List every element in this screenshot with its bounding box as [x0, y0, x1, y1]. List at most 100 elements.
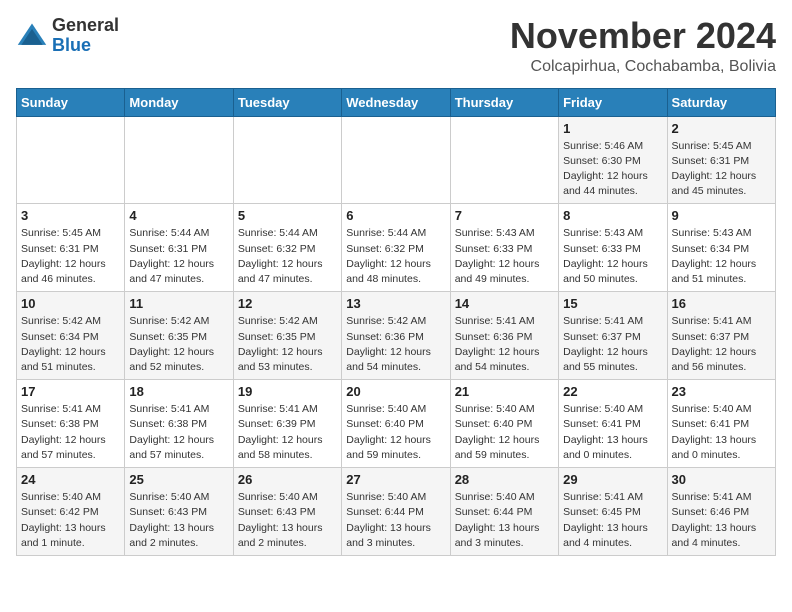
calendar-day-cell: 16Sunrise: 5:41 AM Sunset: 6:37 PM Dayli…: [667, 292, 775, 380]
logo-text: General Blue: [52, 16, 119, 56]
title-area: November 2024 Colcapirhua, Cochabamba, B…: [510, 16, 776, 76]
calendar-day-cell: 18Sunrise: 5:41 AM Sunset: 6:38 PM Dayli…: [125, 380, 233, 468]
day-number: 23: [672, 384, 771, 399]
calendar-day-cell: 10 Sunrise: 5:42 AM Sunset: 6:34 PM Dayli…: [17, 292, 125, 380]
day-number: 1: [563, 121, 662, 136]
calendar-day-cell: 2Sunrise: 5:45 AM Sunset: 6:31 PM Daylig…: [667, 116, 775, 204]
day-info: Sunrise: 5:41 AM Sunset: 6:36 PM Dayligh…: [455, 314, 554, 375]
day-info: Sunrise: 5:40 AM Sunset: 6:44 PM Dayligh…: [346, 490, 445, 551]
day-number: 25: [129, 472, 228, 487]
weekday-header: Monday: [125, 88, 233, 116]
day-number: 3: [21, 208, 120, 223]
day-number: 19: [238, 384, 337, 399]
calendar-day-cell: 13 Sunrise: 5:42 AM Sunset: 6:36 PM Dayli…: [342, 292, 450, 380]
day-number: 22: [563, 384, 662, 399]
calendar-day-cell: 1 Sunrise: 5:46 AM Sunset: 6:30 PM Daylig…: [559, 116, 667, 204]
calendar-day-cell: 5 Sunrise: 5:44 AM Sunset: 6:32 PM Daylig…: [233, 204, 341, 292]
day-number: 7: [455, 208, 554, 223]
calendar-day-cell: 23 Sunrise: 5:40 AM Sunset: 6:41 PM Dayli…: [667, 380, 775, 468]
day-info: Sunrise: 5:44 AM Sunset: 6:31 PM Dayligh…: [129, 226, 228, 287]
day-number: 28: [455, 472, 554, 487]
day-info: Sunrise: 5:40 AM Sunset: 6:44 PM Dayligh…: [455, 490, 554, 551]
day-number: 9: [672, 208, 771, 223]
day-info: Sunrise: 5:42 AM Sunset: 6:36 PM Dayligh…: [346, 314, 445, 375]
calendar-day-cell: 24 Sunrise: 5:40 AM Sunset: 6:42 PM Dayli…: [17, 468, 125, 556]
calendar-day-cell: 22 Sunrise: 5:40 AM Sunset: 6:41 PM Dayli…: [559, 380, 667, 468]
day-number: 12: [238, 296, 337, 311]
day-number: 5: [238, 208, 337, 223]
calendar-day-cell: 6 Sunrise: 5:44 AM Sunset: 6:32 PM Daylig…: [342, 204, 450, 292]
calendar-day-cell: 27 Sunrise: 5:40 AM Sunset: 6:44 PM Dayli…: [342, 468, 450, 556]
day-info: Sunrise: 5:40 AM Sunset: 6:40 PM Dayligh…: [346, 402, 445, 463]
weekday-header: Wednesday: [342, 88, 450, 116]
day-info: Sunrise: 5:44 AM Sunset: 6:32 PM Dayligh…: [346, 226, 445, 287]
day-info: Sunrise: 5:46 AM Sunset: 6:30 PM Dayligh…: [563, 139, 662, 200]
calendar-week-row: 24 Sunrise: 5:40 AM Sunset: 6:42 PM Dayli…: [17, 468, 776, 556]
calendar-day-cell: 20 Sunrise: 5:40 AM Sunset: 6:40 PM Dayli…: [342, 380, 450, 468]
day-number: 6: [346, 208, 445, 223]
calendar-day-cell: [342, 116, 450, 204]
calendar-day-cell: [233, 116, 341, 204]
calendar-day-cell: 9 Sunrise: 5:43 AM Sunset: 6:34 PM Daylig…: [667, 204, 775, 292]
calendar-day-cell: [450, 116, 558, 204]
calendar-day-cell: 3Sunrise: 5:45 AM Sunset: 6:31 PM Daylig…: [17, 204, 125, 292]
day-number: 2: [672, 121, 771, 136]
day-info: Sunrise: 5:43 AM Sunset: 6:34 PM Dayligh…: [672, 226, 771, 287]
day-info: Sunrise: 5:44 AM Sunset: 6:32 PM Dayligh…: [238, 226, 337, 287]
calendar-day-cell: 30Sunrise: 5:41 AM Sunset: 6:46 PM Dayli…: [667, 468, 775, 556]
day-number: 8: [563, 208, 662, 223]
calendar-day-cell: 26Sunrise: 5:40 AM Sunset: 6:43 PM Dayli…: [233, 468, 341, 556]
day-number: 10: [21, 296, 120, 311]
calendar-table: SundayMondayTuesdayWednesdayThursdayFrid…: [16, 88, 776, 556]
day-number: 26: [238, 472, 337, 487]
calendar-day-cell: [125, 116, 233, 204]
weekday-header: Saturday: [667, 88, 775, 116]
day-info: Sunrise: 5:43 AM Sunset: 6:33 PM Dayligh…: [455, 226, 554, 287]
calendar-day-cell: 14 Sunrise: 5:41 AM Sunset: 6:36 PM Dayli…: [450, 292, 558, 380]
day-number: 4: [129, 208, 228, 223]
day-info: Sunrise: 5:40 AM Sunset: 6:43 PM Dayligh…: [129, 490, 228, 551]
calendar-day-cell: 28 Sunrise: 5:40 AM Sunset: 6:44 PM Dayli…: [450, 468, 558, 556]
day-number: 17: [21, 384, 120, 399]
day-number: 11: [129, 296, 228, 311]
logo-icon: [16, 20, 48, 52]
weekday-header-row: SundayMondayTuesdayWednesdayThursdayFrid…: [17, 88, 776, 116]
calendar-week-row: 10 Sunrise: 5:42 AM Sunset: 6:34 PM Dayli…: [17, 292, 776, 380]
day-number: 14: [455, 296, 554, 311]
day-number: 29: [563, 472, 662, 487]
calendar-week-row: 17 Sunrise: 5:41 AM Sunset: 6:38 PM Dayli…: [17, 380, 776, 468]
day-info: Sunrise: 5:40 AM Sunset: 6:42 PM Dayligh…: [21, 490, 120, 551]
day-info: Sunrise: 5:40 AM Sunset: 6:41 PM Dayligh…: [672, 402, 771, 463]
logo: General Blue: [16, 16, 119, 56]
day-info: Sunrise: 5:41 AM Sunset: 6:38 PM Dayligh…: [21, 402, 120, 463]
day-number: 24: [21, 472, 120, 487]
calendar-day-cell: 11 Sunrise: 5:42 AM Sunset: 6:35 PM Dayli…: [125, 292, 233, 380]
calendar-day-cell: [17, 116, 125, 204]
calendar-day-cell: 29 Sunrise: 5:41 AM Sunset: 6:45 PM Dayli…: [559, 468, 667, 556]
day-info: Sunrise: 5:41 AM Sunset: 6:37 PM Dayligh…: [672, 314, 771, 375]
day-info: Sunrise: 5:41 AM Sunset: 6:46 PM Dayligh…: [672, 490, 771, 551]
calendar-day-cell: 25 Sunrise: 5:40 AM Sunset: 6:43 PM Dayli…: [125, 468, 233, 556]
calendar-day-cell: 8 Sunrise: 5:43 AM Sunset: 6:33 PM Daylig…: [559, 204, 667, 292]
day-info: Sunrise: 5:41 AM Sunset: 6:37 PM Dayligh…: [563, 314, 662, 375]
day-info: Sunrise: 5:41 AM Sunset: 6:38 PM Dayligh…: [129, 402, 228, 463]
weekday-header: Sunday: [17, 88, 125, 116]
day-info: Sunrise: 5:40 AM Sunset: 6:41 PM Dayligh…: [563, 402, 662, 463]
calendar-day-cell: 21Sunrise: 5:40 AM Sunset: 6:40 PM Dayli…: [450, 380, 558, 468]
day-number: 13: [346, 296, 445, 311]
day-info: Sunrise: 5:41 AM Sunset: 6:39 PM Dayligh…: [238, 402, 337, 463]
weekday-header: Friday: [559, 88, 667, 116]
day-info: Sunrise: 5:42 AM Sunset: 6:35 PM Dayligh…: [129, 314, 228, 375]
day-number: 27: [346, 472, 445, 487]
location-subtitle: Colcapirhua, Cochabamba, Bolivia: [510, 58, 776, 76]
calendar-week-row: 1 Sunrise: 5:46 AM Sunset: 6:30 PM Daylig…: [17, 116, 776, 204]
day-info: Sunrise: 5:43 AM Sunset: 6:33 PM Dayligh…: [563, 226, 662, 287]
day-info: Sunrise: 5:42 AM Sunset: 6:34 PM Dayligh…: [21, 314, 120, 375]
calendar-day-cell: 17 Sunrise: 5:41 AM Sunset: 6:38 PM Dayli…: [17, 380, 125, 468]
weekday-header: Thursday: [450, 88, 558, 116]
month-title: November 2024: [510, 16, 776, 56]
day-number: 21: [455, 384, 554, 399]
day-info: Sunrise: 5:41 AM Sunset: 6:45 PM Dayligh…: [563, 490, 662, 551]
calendar-day-cell: 15Sunrise: 5:41 AM Sunset: 6:37 PM Dayli…: [559, 292, 667, 380]
day-number: 20: [346, 384, 445, 399]
